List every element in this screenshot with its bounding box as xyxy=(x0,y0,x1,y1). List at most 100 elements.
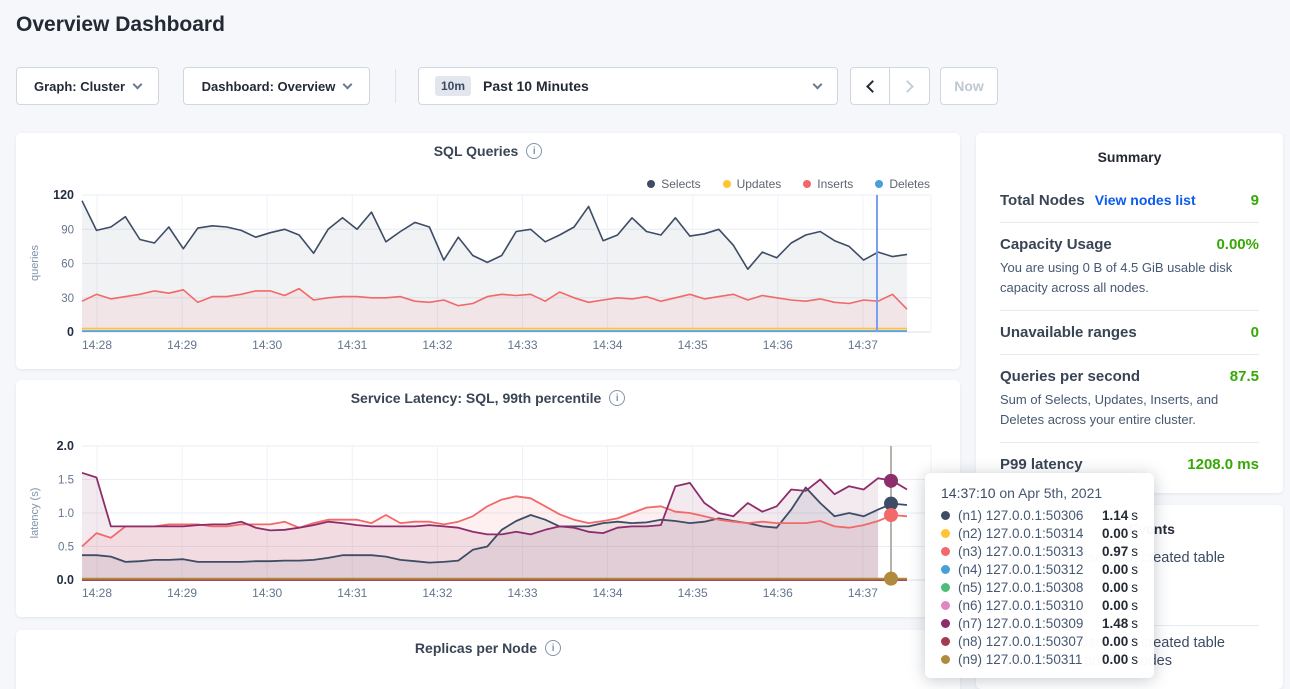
time-range-label: Past 10 Minutes xyxy=(483,78,589,94)
summary-row: Capacity Usage 0.00% You are using 0 B of … xyxy=(1000,222,1259,310)
y-axis-label: queries xyxy=(29,244,41,281)
summary-metric-value: 87.5 xyxy=(1230,368,1259,385)
x-tick-label: 14:28 xyxy=(82,338,112,352)
node-latency-value: 1.14 xyxy=(1094,508,1128,523)
node-address: (n8) 127.0.0.1:50307 xyxy=(958,634,1094,649)
service-latency-chart[interactable]: 0.00.51.01.52.014:2814:2914:3014:3114:32… xyxy=(16,380,960,617)
y-tick-label: 90 xyxy=(61,224,74,236)
latency-unit: s xyxy=(1131,616,1138,631)
now-button[interactable]: Now xyxy=(940,67,998,105)
hover-point-dot xyxy=(884,474,898,488)
tooltip-node-row: (n9) 127.0.0.1:503110.00s xyxy=(941,650,1138,668)
x-tick-label: 14:30 xyxy=(252,338,282,352)
time-step-group xyxy=(850,67,930,105)
page-title: Overview Dashboard xyxy=(16,13,225,37)
x-tick-label: 14:31 xyxy=(337,586,367,600)
replicas-per-node-card: Replicas per Node i xyxy=(16,630,960,689)
view-nodes-list-link[interactable]: View nodes list xyxy=(1095,192,1196,208)
chevron-down-icon xyxy=(813,79,823,89)
node-latency-value: 0.00 xyxy=(1094,526,1128,541)
chevron-right-icon xyxy=(901,80,914,93)
chevron-down-icon xyxy=(343,79,353,89)
y-tick-label: 0.5 xyxy=(58,542,74,554)
node-latency-value: 0.00 xyxy=(1094,562,1128,577)
tooltip-node-row: (n3) 127.0.0.1:503130.97s xyxy=(941,542,1138,560)
node-address: (n5) 127.0.0.1:50308 xyxy=(958,580,1094,595)
info-icon[interactable]: i xyxy=(545,640,561,656)
tooltip-node-row: (n6) 127.0.0.1:503100.00s xyxy=(941,596,1138,614)
summary-metric-title: Capacity Usage xyxy=(1000,236,1112,253)
chevron-down-icon xyxy=(133,79,143,89)
x-tick-label: 14:29 xyxy=(167,586,197,600)
latency-unit: s xyxy=(1131,634,1138,649)
x-tick-label: 14:28 xyxy=(82,586,112,600)
node-color-dot xyxy=(941,619,950,628)
node-address: (n3) 127.0.0.1:50313 xyxy=(958,544,1094,559)
summary-metric-title: Unavailable ranges xyxy=(1000,324,1137,341)
tooltip-node-row: (n1) 127.0.0.1:503061.14s xyxy=(941,506,1138,524)
sql-queries-chart[interactable]: 030609012014:2814:2914:3014:3114:3214:33… xyxy=(16,133,960,369)
node-latency-value: 0.00 xyxy=(1094,652,1128,667)
y-tick-label: 60 xyxy=(61,259,74,271)
chart-hover-tooltip: 14:37:10 on Apr 5th, 2021 (n1) 127.0.0.1… xyxy=(925,473,1154,678)
node-color-dot xyxy=(941,565,950,574)
x-tick-label: 14:37 xyxy=(848,338,878,352)
x-tick-label: 14:32 xyxy=(422,338,452,352)
summary-row: Queries per second 87.5 Sum of Selects, Up… xyxy=(1000,354,1259,442)
x-tick-label: 14:35 xyxy=(678,586,708,600)
summary-metric-value: 0.00% xyxy=(1216,236,1259,253)
latency-unit: s xyxy=(1131,580,1138,595)
node-latency-value: 0.97 xyxy=(1094,544,1128,559)
node-latency-value: 0.00 xyxy=(1094,580,1128,595)
node-color-dot xyxy=(941,529,950,538)
latency-unit: s xyxy=(1131,526,1138,541)
dashboard-dropdown[interactable]: Dashboard: Overview xyxy=(183,67,370,105)
replicas-chart-title: Replicas per Node xyxy=(415,640,537,656)
tooltip-node-row: (n8) 127.0.0.1:503070.00s xyxy=(941,632,1138,650)
tooltip-timestamp: 14:37:10 on Apr 5th, 2021 xyxy=(941,485,1138,501)
tooltip-node-row: (n2) 127.0.0.1:503140.00s xyxy=(941,524,1138,542)
latency-unit: s xyxy=(1131,544,1138,559)
node-color-dot xyxy=(941,583,950,592)
summary-metric-subtext: You are using 0 B of 4.5 GiB usable disk… xyxy=(1000,258,1259,297)
y-tick-label: 0 xyxy=(67,325,74,339)
summary-metric-title: Queries per second xyxy=(1000,368,1140,385)
x-tick-label: 14:36 xyxy=(763,586,793,600)
node-color-dot xyxy=(941,601,950,610)
tooltip-node-row: (n4) 127.0.0.1:503120.00s xyxy=(941,560,1138,578)
x-tick-label: 14:35 xyxy=(678,338,708,352)
summary-metric-title: P99 latency xyxy=(1000,456,1083,473)
x-tick-label: 14:34 xyxy=(593,338,623,352)
summary-metric-subtext: Sum of Selects, Updates, Inserts, and De… xyxy=(1000,390,1259,429)
hover-point-dot xyxy=(884,572,898,586)
summary-row: Total Nodes View nodes list 9 xyxy=(1000,179,1259,222)
x-tick-label: 14:36 xyxy=(763,338,793,352)
y-tick-label: 0.0 xyxy=(57,573,74,587)
y-axis-label: latency (s) xyxy=(29,488,41,539)
time-prev-button[interactable] xyxy=(851,68,890,104)
node-latency-value: 1.48 xyxy=(1094,616,1128,631)
graph-dropdown[interactable]: Graph: Cluster xyxy=(16,67,159,105)
node-address: (n1) 127.0.0.1:50306 xyxy=(958,508,1094,523)
y-tick-label: 1.5 xyxy=(58,475,74,487)
summary-heading: Summary xyxy=(1000,149,1259,165)
time-range-badge: 10m xyxy=(435,76,471,96)
x-tick-label: 14:37 xyxy=(848,586,878,600)
summary-metric-value: 1208.0 ms xyxy=(1187,456,1259,473)
node-color-dot xyxy=(941,511,950,520)
node-address: (n6) 127.0.0.1:50310 xyxy=(958,598,1094,613)
summary-metric-value: 9 xyxy=(1251,192,1259,209)
x-tick-label: 14:31 xyxy=(337,338,367,352)
time-range-dropdown[interactable]: 10m Past 10 Minutes xyxy=(418,67,838,105)
latency-unit: s xyxy=(1131,508,1138,523)
time-next-button[interactable] xyxy=(890,68,929,104)
service-latency-card: Service Latency: SQL, 99th percentile i … xyxy=(16,380,960,617)
node-address: (n7) 127.0.0.1:50309 xyxy=(958,616,1094,631)
summary-metric-title: Total Nodes xyxy=(1000,192,1085,209)
node-color-dot xyxy=(941,637,950,646)
node-color-dot xyxy=(941,655,950,664)
tooltip-node-row: (n5) 127.0.0.1:503080.00s xyxy=(941,578,1138,596)
node-address: (n9) 127.0.0.1:50311 xyxy=(958,652,1094,667)
x-tick-label: 14:32 xyxy=(422,586,452,600)
x-tick-label: 14:33 xyxy=(507,586,537,600)
